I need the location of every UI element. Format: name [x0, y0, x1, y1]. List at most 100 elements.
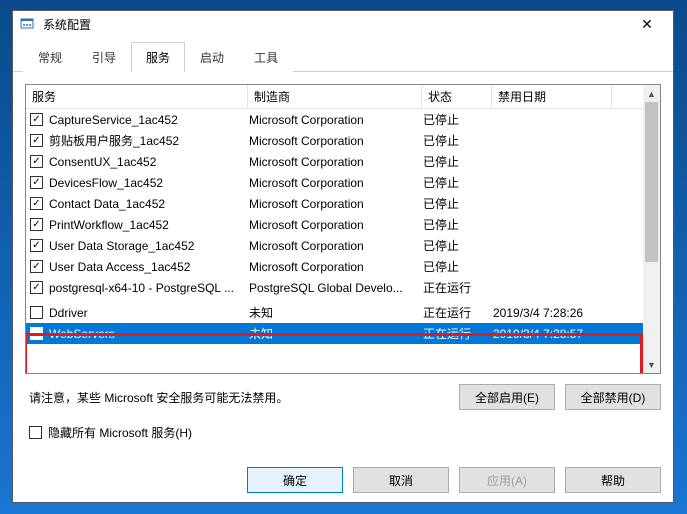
dialog-button-bar: 确定 取消 应用(A) 帮助: [13, 453, 673, 505]
service-checkbox[interactable]: [30, 327, 43, 340]
cell-manufacturer: Microsoft Corporation: [249, 176, 423, 190]
help-button[interactable]: 帮助: [565, 467, 661, 493]
cell-manufacturer: Microsoft Corporation: [249, 155, 423, 169]
cell-service: Contact Data_1ac452: [49, 197, 249, 211]
cell-service: postgresql-x64-10 - PostgreSQL ...: [49, 281, 249, 295]
tab-tools[interactable]: 工具: [239, 42, 293, 72]
service-checkbox[interactable]: ✓: [30, 239, 43, 252]
table-row[interactable]: ✓ User Data Access_1ac452Microsoft Corpor…: [26, 256, 660, 277]
tab-label: 启动: [200, 51, 224, 65]
cell-date: 2019/3/4 7:28:57: [493, 327, 613, 341]
column-label: 服务: [32, 88, 56, 105]
cell-manufacturer: Microsoft Corporation: [249, 113, 423, 127]
msconfig-window: 系统配置 ✕ 常规 引导 服务 启动 工具 服务 制造商 状态 禁用日期 ✓ Ca…: [12, 10, 674, 503]
scrollbar-thumb[interactable]: [645, 102, 658, 262]
cell-service: User Data Access_1ac452: [49, 260, 249, 274]
cell-status: 已停止: [423, 216, 493, 233]
hide-ms-label: 隐藏所有 Microsoft 服务(H): [48, 424, 192, 441]
service-checkbox[interactable]: ✓: [30, 260, 43, 273]
cell-manufacturer: Microsoft Corporation: [249, 218, 423, 232]
service-listview: 服务 制造商 状态 禁用日期 ✓CaptureService_1ac452Mic…: [25, 84, 661, 374]
tab-services[interactable]: 服务: [131, 42, 185, 72]
service-checkbox[interactable]: ✓: [30, 176, 43, 189]
services-pane: 服务 制造商 状态 禁用日期 ✓CaptureService_1ac452Mic…: [13, 72, 673, 453]
vertical-scrollbar[interactable]: ▲ ▼: [643, 85, 660, 373]
close-button[interactable]: ✕: [627, 11, 667, 37]
cell-manufacturer: Microsoft Corporation: [249, 260, 423, 274]
column-label: 禁用日期: [498, 88, 546, 105]
cell-service: CaptureService_1ac452: [49, 113, 249, 127]
cell-manufacturer: Microsoft Corporation: [249, 239, 423, 253]
cell-status: 已停止: [423, 237, 493, 254]
table-row[interactable]: ✓ User Data Storage_1ac452Microsoft Corpo…: [26, 235, 660, 256]
service-checkbox[interactable]: ✓: [30, 113, 43, 126]
cell-service: DevicesFlow_1ac452: [49, 176, 249, 190]
tab-startup[interactable]: 启动: [185, 42, 239, 72]
note-row: 请注意，某些 Microsoft 安全服务可能无法禁用。 全部启用(E) 全部禁…: [25, 384, 661, 410]
service-checkbox[interactable]: [30, 306, 43, 319]
cell-date: 2019/3/4 7:28:26: [493, 306, 613, 320]
enable-all-button[interactable]: 全部启用(E): [459, 384, 555, 410]
tab-general[interactable]: 常规: [23, 42, 77, 72]
cell-manufacturer: 未知: [249, 325, 423, 342]
hide-ms-services-row: 隐藏所有 Microsoft 服务(H): [25, 424, 661, 441]
table-row[interactable]: ✓ DevicesFlow_1ac452Microsoft Corporation…: [26, 172, 660, 193]
close-icon: ✕: [641, 16, 653, 33]
apply-button[interactable]: 应用(A): [459, 467, 555, 493]
service-checkbox[interactable]: ✓: [30, 197, 43, 210]
cell-status: 正在运行: [423, 279, 493, 296]
table-row[interactable]: ✓ CaptureService_1ac452Microsoft Corporat…: [26, 109, 660, 130]
cell-status: 已停止: [423, 195, 493, 212]
tab-label: 引导: [92, 51, 116, 65]
cell-status: 已停止: [423, 132, 493, 149]
table-row[interactable]: ✓ConsentUX_1ac452Microsoft Corporation已停…: [26, 151, 660, 172]
tab-label: 常规: [38, 51, 62, 65]
ok-button[interactable]: 确定: [247, 467, 343, 493]
table-row[interactable]: Ddriver未知正在运行2019/3/4 7:28:26: [26, 302, 660, 323]
table-row[interactable]: ✓ postgresql-x64-10 - PostgreSQL ...Postg…: [26, 277, 660, 298]
table-row[interactable]: ✓ Contact Data_1ac452Microsoft Corporatio…: [26, 193, 660, 214]
cell-service: ConsentUX_1ac452: [49, 155, 249, 169]
table-row[interactable]: WebServers未知正在运行2019/3/4 7:28:57: [26, 323, 660, 344]
service-checkbox[interactable]: ✓: [30, 155, 43, 168]
safety-note: 请注意，某些 Microsoft 安全服务可能无法禁用。: [25, 389, 288, 406]
cell-service: PrintWorkflow_1ac452: [49, 218, 249, 232]
column-header-manufacturer[interactable]: 制造商: [248, 85, 422, 108]
tab-strip: 常规 引导 服务 启动 工具: [13, 37, 673, 72]
column-header-status[interactable]: 状态: [422, 85, 492, 108]
list-body[interactable]: ✓CaptureService_1ac452Microsoft Corporat…: [26, 109, 660, 373]
cell-status: 已停止: [423, 174, 493, 191]
service-checkbox[interactable]: ✓: [30, 281, 43, 294]
cell-status: 正在运行: [423, 304, 493, 321]
column-label: 制造商: [254, 88, 290, 105]
column-header-disable-date[interactable]: 禁用日期: [492, 85, 612, 108]
cell-status: 已停止: [423, 111, 493, 128]
column-header-service[interactable]: 服务: [26, 85, 248, 108]
chevron-down-icon: ▼: [647, 360, 656, 370]
cell-status: 正在运行: [423, 325, 493, 342]
cell-manufacturer: Microsoft Corporation: [249, 134, 423, 148]
tab-boot[interactable]: 引导: [77, 42, 131, 72]
table-row[interactable]: ✓ 剪贴板用户服务_1ac452Microsoft Corporation已停止: [26, 130, 660, 151]
cell-manufacturer: 未知: [249, 304, 423, 321]
hide-ms-checkbox[interactable]: [29, 426, 42, 439]
disable-all-button[interactable]: 全部禁用(D): [565, 384, 661, 410]
cell-service: Ddriver: [49, 306, 249, 320]
cell-manufacturer: PostgreSQL Global Develo...: [249, 281, 423, 295]
cell-manufacturer: Microsoft Corporation: [249, 197, 423, 211]
cell-status: 已停止: [423, 258, 493, 275]
cell-service: User Data Storage_1ac452: [49, 239, 249, 253]
tab-label: 服务: [146, 51, 170, 65]
service-checkbox[interactable]: ✓: [30, 218, 43, 231]
chevron-up-icon: ▲: [647, 89, 656, 99]
scrollbar-track[interactable]: [643, 102, 660, 356]
title-bar: 系统配置 ✕: [13, 11, 673, 37]
cell-service: WebServers: [49, 327, 249, 341]
table-row[interactable]: ✓ PrintWorkflow_1ac452Microsoft Corporati…: [26, 214, 660, 235]
scroll-up-button[interactable]: ▲: [643, 85, 660, 102]
scroll-down-button[interactable]: ▼: [643, 356, 660, 373]
list-header: 服务 制造商 状态 禁用日期: [26, 85, 660, 109]
cancel-button[interactable]: 取消: [353, 467, 449, 493]
cell-service: 剪贴板用户服务_1ac452: [49, 132, 249, 149]
service-checkbox[interactable]: ✓: [30, 134, 43, 147]
